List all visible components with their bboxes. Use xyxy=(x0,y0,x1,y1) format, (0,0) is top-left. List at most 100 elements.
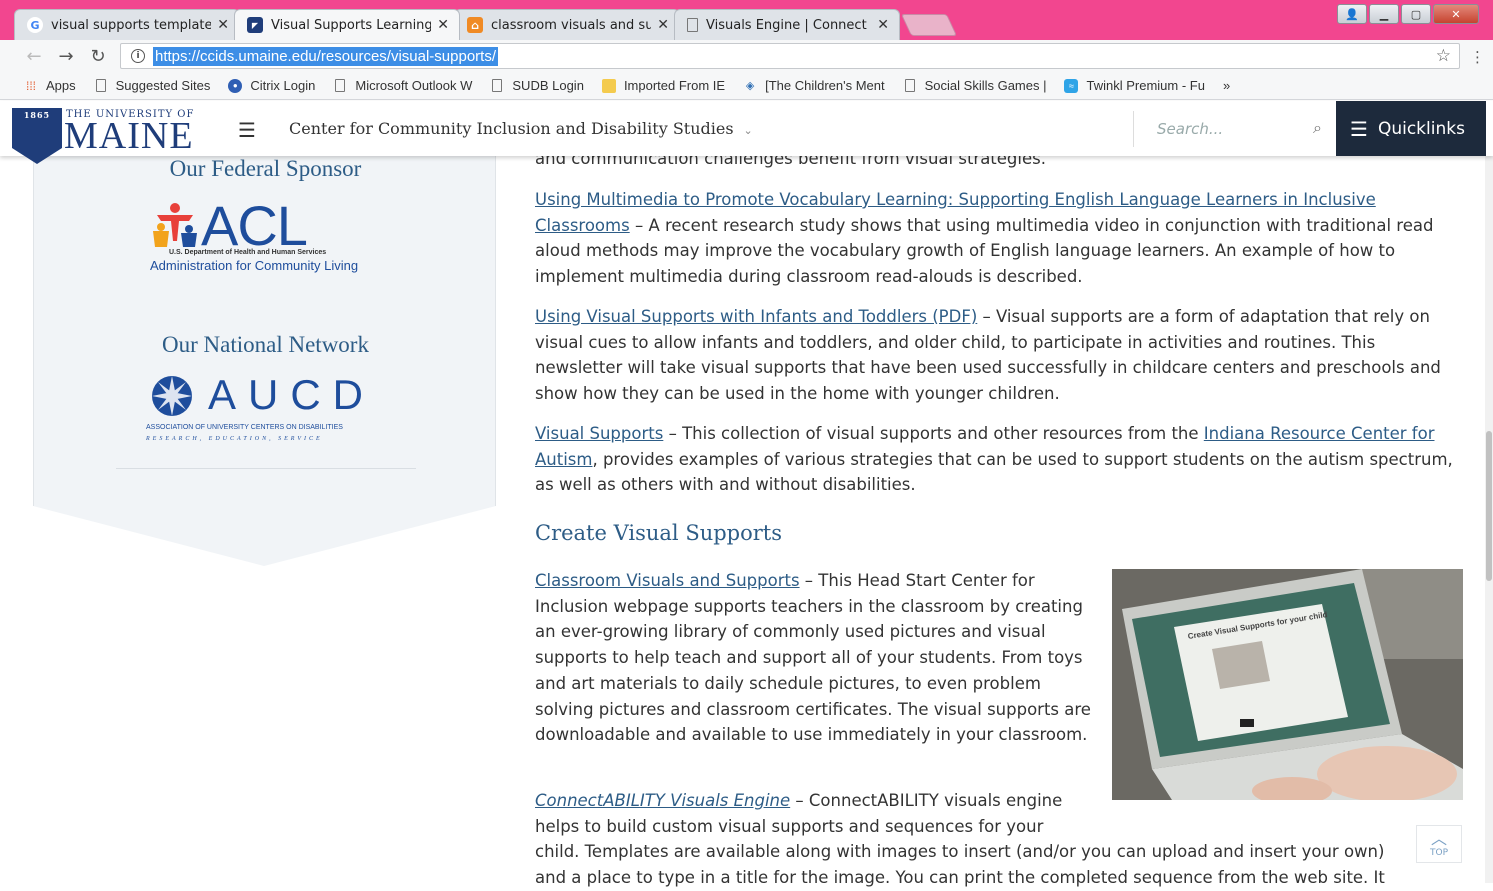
bookmark-childrens-mental[interactable]: ◈ [The Children's Ment xyxy=(743,78,885,93)
maximize-button[interactable]: ▢ xyxy=(1401,4,1431,24)
bookmark-label: Citrix Login xyxy=(250,78,316,93)
bookmark-label: Microsoft Outlook W xyxy=(355,78,473,93)
bookmark-suggested-sites[interactable]: Suggested Sites xyxy=(94,78,211,93)
resource-description: , provides examples of various strategie… xyxy=(535,449,1453,495)
site-search[interactable]: Search... ⌕ xyxy=(1133,111,1336,147)
tab-title: classroom visuals and sup xyxy=(491,17,652,33)
aucd-association-text: ASSOCIATION OF UNIVERSITY CENTERS ON DIS… xyxy=(146,424,343,431)
aucd-wordmark: AUCD xyxy=(208,371,376,418)
close-tab-icon[interactable]: ✕ xyxy=(657,17,669,33)
bookmark-label: Apps xyxy=(46,78,76,93)
resource-item-classroom-visuals: Classroom Visuals and Supports – This He… xyxy=(535,568,1100,748)
tab-title: Visuals Engine | Connect xyxy=(706,17,867,33)
resource-item-visual-supports: Visual Supports – This collection of vis… xyxy=(535,421,1465,498)
national-network-heading: Our National Network xyxy=(162,332,369,357)
tab-visual-supports-learning[interactable]: ◤ Visual Supports Learning ✕ xyxy=(234,9,460,40)
forward-button[interactable]: → xyxy=(50,46,82,67)
profile-icon[interactable]: 👤 xyxy=(1337,4,1367,24)
umaine-icon: ◤ xyxy=(247,17,263,33)
tab-title: visual supports template xyxy=(51,17,212,33)
bookmark-star-icon[interactable]: ☆ xyxy=(1436,46,1451,66)
resource-item-multimedia: Using Multimedia to Promote Vocabulary L… xyxy=(535,187,1465,290)
page-icon xyxy=(687,18,698,32)
classroom-visuals-link[interactable]: Classroom Visuals and Supports xyxy=(535,571,800,590)
page-scrollbar[interactable] xyxy=(1485,101,1493,883)
resource-description: – This collection of visual supports and… xyxy=(663,424,1204,443)
create-visual-supports-heading: Create Visual Supports xyxy=(535,521,783,545)
bookmark-microsoft-outlook[interactable]: Microsoft Outlook W xyxy=(333,78,472,93)
back-button[interactable]: ← xyxy=(18,46,50,67)
laptop-photo: Create Visual Supports for your child xyxy=(1112,569,1463,800)
browser-menu-icon[interactable]: ⋮ xyxy=(1470,48,1485,66)
twinkl-icon: ≈ xyxy=(1064,78,1079,93)
url-omnibox[interactable]: i https://ccids.umaine.edu/resources/vis… xyxy=(120,43,1460,69)
bookmark-social-skills-games[interactable]: Social Skills Games | xyxy=(903,78,1047,93)
more-bookmarks-button[interactable]: » xyxy=(1223,78,1230,93)
home-icon: ⌂ xyxy=(467,17,483,33)
close-tab-icon[interactable]: ✕ xyxy=(437,17,449,33)
laptop-illustration xyxy=(1112,569,1463,800)
browser-titlebar: G visual supports template ✕ ◤ Visual Su… xyxy=(0,0,1493,40)
url-text[interactable]: https://ccids.umaine.edu/resources/visua… xyxy=(153,46,498,66)
address-bar: ← → ↻ i https://ccids.umaine.edu/resourc… xyxy=(0,40,1493,72)
scrollbar-thumb[interactable] xyxy=(1486,431,1492,581)
google-icon: G xyxy=(27,17,43,33)
close-window-button[interactable]: ✕ xyxy=(1433,4,1479,24)
bookmark-apps[interactable]: ⁞⁞⁞ Apps xyxy=(24,78,76,93)
reload-button[interactable]: ↻ xyxy=(82,46,114,67)
back-to-top-label: TOP xyxy=(1429,848,1448,858)
bookmark-twinkl-premium[interactable]: ≈ Twinkl Premium - Fu xyxy=(1064,78,1205,93)
bookmark-label: [The Children's Ment xyxy=(765,78,885,93)
window-controls: 👤 ▁ ▢ ✕ xyxy=(1337,4,1479,24)
bookmark-label: Social Skills Games | xyxy=(924,78,1047,93)
citrix-icon: ● xyxy=(228,78,243,93)
sidebar-divider xyxy=(116,468,416,469)
chevron-down-icon: ⌄ xyxy=(743,124,753,137)
logo-maine-text: MAINE xyxy=(64,115,194,157)
bookmark-label: Twinkl Premium - Fu xyxy=(1086,78,1205,93)
bookmark-label: SUDB Login xyxy=(512,78,584,93)
search-icon[interactable]: ⌕ xyxy=(1313,118,1322,138)
umaine-logo[interactable]: 1865 THE UNIVERSITY OF MAINE xyxy=(12,108,212,164)
close-tab-icon[interactable]: ✕ xyxy=(217,17,229,33)
resource-continuation: child. Templates are available along wit… xyxy=(535,842,1385,861)
sidebar-banner-tip xyxy=(33,506,496,566)
bookmark-citrix-login[interactable]: ● Citrix Login xyxy=(228,78,315,93)
acl-logo[interactable]: ACL U.S. Department of Health and Human … xyxy=(149,194,384,277)
bookmark-label: Suggested Sites xyxy=(115,78,211,93)
chevron-up-icon: ︿ xyxy=(1430,829,1447,848)
connectability-visuals-engine-link[interactable]: ConnectABILITY Visuals Engine xyxy=(535,791,790,810)
site-title[interactable]: Center for Community Inclusion and Disab… xyxy=(289,119,753,138)
tab-title: Visual Supports Learning xyxy=(271,17,432,33)
visual-supports-link[interactable]: Visual Supports xyxy=(535,424,663,443)
minimize-button[interactable]: ▁ xyxy=(1369,4,1399,24)
tab-visual-supports-template[interactable]: G visual supports template ✕ xyxy=(14,9,240,40)
site-menu-icon[interactable]: ☰ xyxy=(238,118,256,142)
bookmark-sudb-login[interactable]: SUDB Login xyxy=(490,78,584,93)
aucd-tagline-text: RESEARCH, EDUCATION, SERVICE xyxy=(146,436,323,442)
folder-icon xyxy=(601,78,616,93)
logo-year: 1865 xyxy=(23,110,51,120)
tab-visuals-engine[interactable]: Visuals Engine | Connect ✕ xyxy=(674,9,900,40)
acl-figures-icon xyxy=(153,203,197,247)
resource-description: – This Head Start Center for Inclusion w… xyxy=(535,571,1091,745)
page-icon xyxy=(904,79,915,92)
aucd-globe-icon xyxy=(152,376,192,416)
close-tab-icon[interactable]: ✕ xyxy=(877,17,889,33)
resource-item-connectability: ConnectABILITY Visuals Engine – ConnectA… xyxy=(535,788,1090,839)
new-tab-button[interactable] xyxy=(900,14,958,36)
hamburger-icon: ☰ xyxy=(1350,116,1368,141)
bookmark-imported-from-ie[interactable]: Imported From IE xyxy=(601,78,726,93)
search-input[interactable]: Search... xyxy=(1157,120,1223,138)
infants-toddlers-pdf-link[interactable]: Using Visual Supports with Infants and T… xyxy=(535,307,977,326)
quicklinks-label: Quicklinks xyxy=(1377,118,1465,139)
tab-classroom-visuals[interactable]: ⌂ classroom visuals and sup ✕ xyxy=(454,9,680,40)
site-info-icon[interactable]: i xyxy=(131,49,145,63)
bookmarks-bar: ⁞⁞⁞ Apps Suggested Sites ● Citrix Login Mi… xyxy=(0,72,1493,100)
globe-icon: ◈ xyxy=(745,80,755,92)
site-title-text: Center for Community Inclusion and Disab… xyxy=(289,119,734,138)
back-to-top-button[interactable]: ︿ TOP xyxy=(1416,825,1462,863)
quicklinks-button[interactable]: ☰ Quicklinks xyxy=(1336,101,1486,156)
aucd-logo[interactable]: AUCD ASSOCIATION OF UNIVERSITY CENTERS O… xyxy=(146,371,388,447)
bookmark-label: Imported From IE xyxy=(623,78,726,93)
